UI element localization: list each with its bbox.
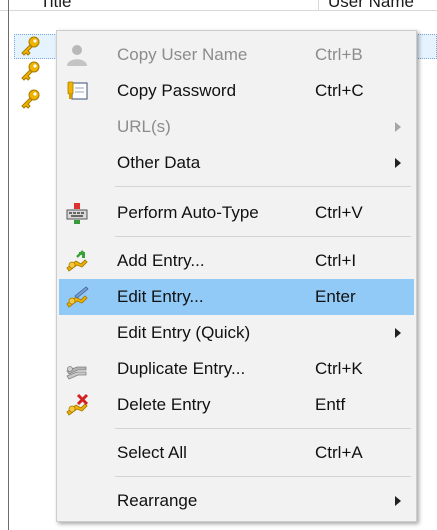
list-left-border (8, 0, 9, 530)
menu-item-urls[interactable]: URL(s) (59, 109, 414, 145)
key-card-icon (67, 81, 88, 100)
column-header-title[interactable]: Title (40, 0, 72, 10)
menu-item-label: Copy Password (117, 81, 237, 100)
submenu-arrow-icon (395, 496, 401, 506)
menu-item-other-data[interactable]: Other Data (59, 145, 414, 181)
submenu-arrow-icon (395, 328, 401, 338)
menu-item-shortcut: Ctrl+B (315, 45, 363, 64)
menu-item-shortcut: Enter (315, 287, 356, 306)
menu-item-rearrange[interactable]: Rearrange (59, 483, 414, 519)
key-icon (21, 61, 40, 81)
menu-item-label: Edit Entry... (117, 287, 204, 306)
delete-key-icon (66, 393, 89, 416)
submenu-arrow-icon (395, 158, 401, 168)
menu-item-label: Duplicate Entry... (117, 359, 246, 378)
menu-item-shortcut: Entf (315, 395, 346, 414)
column-header-user-name[interactable]: User Name (328, 0, 414, 10)
menu-item-label: URL(s) (117, 117, 171, 136)
menu-item-label: Perform Auto-Type (117, 203, 259, 222)
edit-key-icon (66, 286, 89, 308)
menu-item-add-entry[interactable]: Add Entry... Ctrl+I (59, 243, 414, 279)
menu-item-label: Add Entry... (117, 251, 205, 270)
menu-item-perform-auto-type[interactable]: Perform Auto-Type Ctrl+V (59, 195, 414, 231)
menu-item-label: Select All (117, 443, 187, 462)
user-icon (67, 45, 87, 66)
key-icon (21, 89, 40, 109)
menu-item-edit-entry-quick[interactable]: Edit Entry (Quick) (59, 315, 414, 351)
menu-item-select-all[interactable]: Select All Ctrl+A (59, 435, 414, 471)
entry-context-menu: Copy User Name Ctrl+B Copy Password Ctrl… (56, 30, 417, 522)
menu-item-label: Other Data (117, 153, 201, 172)
menu-item-label: Edit Entry (Quick) (117, 323, 251, 342)
auto-type-icon (66, 203, 88, 224)
duplicate-key-icon (66, 366, 87, 380)
menu-item-shortcut: Ctrl+A (315, 443, 363, 462)
menu-item-shortcut: Ctrl+C (315, 81, 364, 100)
menu-separator (115, 476, 411, 477)
menu-item-duplicate-entry[interactable]: Duplicate Entry... Ctrl+K (59, 351, 414, 387)
menu-item-label: Copy User Name (117, 45, 248, 64)
menu-item-edit-entry[interactable]: Edit Entry... Enter (59, 279, 414, 315)
menu-separator (115, 428, 411, 429)
column-separator[interactable] (318, 0, 319, 10)
menu-item-shortcut: Ctrl+V (315, 203, 363, 222)
menu-item-shortcut: Ctrl+K (315, 359, 363, 378)
menu-item-label: Delete Entry (117, 395, 211, 414)
menu-item-copy-password[interactable]: Copy Password Ctrl+C (59, 73, 414, 109)
menu-separator (115, 236, 411, 237)
menu-item-delete-entry[interactable]: Delete Entry Entf (59, 387, 414, 423)
menu-separator (115, 186, 411, 187)
submenu-arrow-icon (395, 122, 401, 132)
menu-item-shortcut: Ctrl+I (315, 251, 357, 270)
menu-item-copy-user-name[interactable]: Copy User Name Ctrl+B (59, 37, 414, 73)
add-key-icon (66, 250, 88, 272)
menu-item-label: Rearrange (117, 491, 198, 510)
list-column-header: Title User Name (0, 0, 437, 11)
key-icon (21, 36, 40, 56)
